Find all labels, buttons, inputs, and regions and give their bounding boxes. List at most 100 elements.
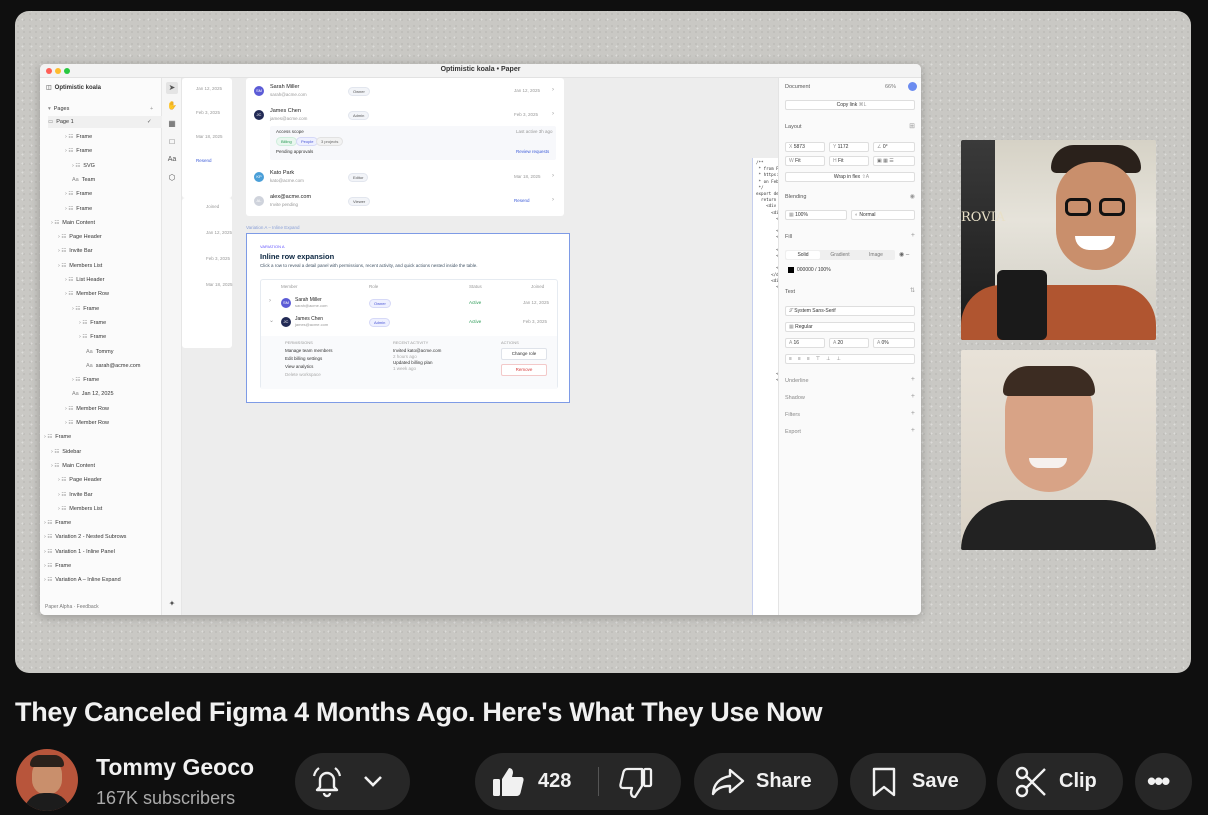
share-avatar-icon[interactable] — [908, 82, 917, 91]
review-requests-link[interactable]: Review requests — [516, 149, 549, 154]
layer-item[interactable]: › ☷ Frame — [40, 517, 162, 529]
layer-item[interactable]: › ☷ Member Row — [40, 288, 162, 300]
layer-item[interactable]: › ☷ Frame — [40, 560, 162, 572]
line-height-field[interactable]: A 20 — [829, 338, 869, 348]
fill-tab-gradient[interactable]: Gradient — [823, 251, 857, 259]
add-export-icon[interactable]: + — [911, 427, 915, 434]
layer-item[interactable]: › ☷ Variation 1 - Inline Panel — [40, 546, 162, 558]
rotation-field[interactable]: ∠ 0° — [873, 142, 915, 152]
layer-item[interactable]: › ☷ Invite Bar — [40, 489, 162, 501]
layer-item[interactable]: › ☷ Member Row — [40, 403, 162, 415]
layer-item[interactable]: › ☷ Frame — [40, 431, 162, 443]
remove-button[interactable]: Remove — [501, 364, 547, 376]
component-tool-icon[interactable]: ⬡ — [166, 172, 178, 184]
share-button[interactable]: Share — [694, 753, 838, 810]
layer-item[interactable]: Aa Tommy — [40, 346, 162, 358]
layer-item[interactable]: › ☷ Members List — [40, 503, 162, 515]
row-chevron-icon[interactable]: › — [552, 173, 554, 179]
video-player[interactable]: Optimistic koala • Paper ◫ Optimistic koa… — [15, 11, 1191, 673]
hand-tool-icon[interactable]: ✋ — [166, 100, 178, 112]
chevron-right-icon[interactable]: › — [269, 298, 271, 304]
add-filters-icon[interactable]: + — [911, 410, 915, 417]
wrap-in-flex-button[interactable]: Wrap in flex ⇧A — [785, 172, 915, 182]
layer-item[interactable]: › ☷ Main Content — [40, 217, 162, 229]
layer-item[interactable]: › ☷ Variation A – Inline Expand — [40, 574, 162, 586]
add-shadow-icon[interactable]: + — [911, 393, 915, 400]
property-section-export[interactable]: Export — [785, 429, 801, 435]
property-section-underline[interactable]: Underline — [785, 378, 809, 384]
add-fill-icon[interactable]: + — [911, 232, 915, 239]
more-actions-button[interactable]: ••• — [1135, 753, 1192, 810]
layer-item[interactable]: › ☷ Variation 2 - Nested Subrows — [40, 531, 162, 543]
change-role-button[interactable]: Change role — [501, 348, 547, 360]
layer-item[interactable]: › ☷ Frame — [40, 331, 162, 343]
frame-tool-icon[interactable]: ▦ — [166, 118, 178, 130]
layer-item[interactable]: › ☷ Invite Bar — [40, 245, 162, 257]
pointer-tool-icon[interactable]: ➤ — [166, 82, 178, 94]
layout-expand-icon[interactable]: ⊞ — [909, 122, 915, 130]
dislike-button[interactable] — [599, 753, 681, 810]
code-export-panel[interactable]: /** * from Paper * https://app.paper.des… — [752, 158, 778, 615]
notification-bell-button[interactable] — [295, 753, 410, 810]
layer-item[interactable]: › ☷ Frame — [40, 145, 162, 157]
layer-item[interactable]: Aa sarah@acme.com — [40, 360, 162, 372]
text-tool-icon[interactable]: Aa — [166, 154, 178, 166]
channel-name[interactable]: Tommy Geoco — [96, 754, 254, 781]
layer-item[interactable]: › ☷ Frame — [40, 188, 162, 200]
layer-item[interactable]: › ☷ Member Row — [40, 417, 162, 429]
property-section-filters[interactable]: Filters — [785, 412, 800, 418]
layer-item[interactable]: › ☷ Frame — [40, 317, 162, 329]
layer-item[interactable]: › ☷ Frame — [40, 374, 162, 386]
y-field[interactable]: Y 1172 — [829, 142, 869, 152]
row-chevron-icon[interactable]: › — [552, 197, 554, 203]
constraints-icons[interactable]: ▣ ▦ ☰ — [873, 156, 915, 166]
layer-item[interactable]: › ☷ Main Content — [40, 460, 162, 472]
layer-item[interactable]: › ☷ Sidebar — [40, 446, 162, 458]
layer-item[interactable]: Aa Team — [40, 174, 162, 186]
layer-item[interactable]: › ☷ SVG — [40, 160, 162, 172]
blend-mode-select[interactable]: ◐ Normal — [851, 210, 915, 220]
like-button[interactable]: 428 — [475, 753, 597, 810]
property-section-shadow[interactable]: Shadow — [785, 395, 805, 401]
font-family-select[interactable]: 𝓣 System Sans-Serif — [785, 306, 915, 316]
row-chevron-icon[interactable]: › — [552, 111, 554, 117]
opacity-field[interactable]: ▦ 100% — [785, 210, 847, 220]
layer-item[interactable]: › ☷ Frame — [40, 131, 162, 143]
add-page-icon[interactable]: + — [150, 103, 153, 115]
design-canvas[interactable]: Jan 12, 2025 Feb 3, 2025 Mar 18, 2025 Resen… — [182, 78, 778, 615]
chevron-down-icon[interactable]: ⌄ — [269, 317, 274, 324]
channel-avatar[interactable] — [16, 749, 78, 811]
text-settings-icon[interactable]: ⇅ — [910, 287, 915, 294]
width-field[interactable]: W Fit — [785, 156, 825, 166]
row-chevron-icon[interactable]: › — [552, 87, 554, 93]
visibility-eye-icon[interactable]: ◉ — [910, 193, 915, 200]
layer-item[interactable]: › ☷ List Header — [40, 274, 162, 286]
tracking-field[interactable]: A 0% — [873, 338, 915, 348]
save-button[interactable]: Save — [850, 753, 986, 810]
height-field[interactable]: H Fit — [829, 156, 869, 166]
layer-item[interactable]: › ☷ Frame — [40, 203, 162, 215]
settings-tool-icon[interactable]: ✦ — [166, 598, 178, 610]
font-weight-select[interactable]: ▦ Regular — [785, 322, 915, 332]
page-1-item[interactable]: ▭ Page 1 ✓ — [48, 116, 162, 128]
x-field[interactable]: X 5873 — [785, 142, 825, 152]
layer-item[interactable]: › ☷ Frame — [40, 303, 162, 315]
layer-item[interactable]: Aa Jan 12, 2025 — [40, 388, 162, 400]
copy-link-button[interactable]: Copy link ⌘L — [785, 100, 915, 110]
member-date[interactable]: Resend — [514, 198, 530, 203]
fill-tab-image[interactable]: Image — [859, 251, 893, 259]
fill-tab-solid[interactable]: Solid — [786, 251, 820, 259]
add-underline-icon[interactable]: + — [911, 376, 915, 383]
layer-item[interactable]: › ☷ Page Header — [40, 474, 162, 486]
rectangle-tool-icon[interactable]: □ — [166, 136, 178, 148]
fill-color-row[interactable]: 000000 / 100% — [785, 266, 915, 276]
members-table-frame[interactable]: SM Sarah Miller sarah@acme.com Owner Jan 12,… — [246, 78, 564, 216]
file-name[interactable]: ◫ Optimistic koala — [46, 82, 168, 94]
variation-a-frame[interactable]: VARIATION A Inline row expansion Click a… — [246, 233, 570, 403]
fill-swatch[interactable] — [788, 266, 794, 273]
layer-item[interactable]: › ☷ Page Header — [40, 231, 162, 243]
fill-eye-icon[interactable]: ◉ – — [899, 251, 909, 258]
layer-item[interactable]: › ☷ Members List — [40, 260, 162, 272]
text-align-controls[interactable]: ≡≡≡⊤⊥⊥ — [785, 354, 915, 364]
font-size-field[interactable]: A 16 — [785, 338, 825, 348]
